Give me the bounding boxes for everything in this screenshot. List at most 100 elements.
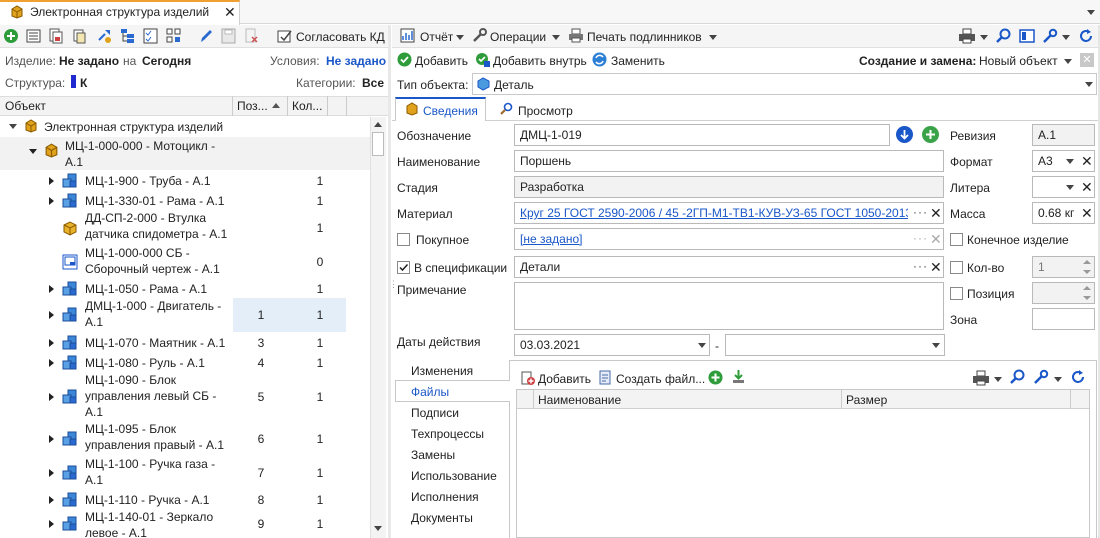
collapse-root-icon[interactable]: [9, 124, 17, 129]
material-browse-icon[interactable]: ···: [913, 205, 928, 219]
save-icon[interactable]: [221, 28, 236, 44]
files-settings-dropdown-icon[interactable]: [1054, 377, 1062, 382]
add-green-icon[interactable]: [708, 370, 723, 385]
note-field[interactable]: [514, 282, 944, 330]
in-spec-clear-icon[interactable]: ✕: [930, 260, 942, 274]
purchased-checkbox[interactable]: [397, 233, 410, 246]
letter-dropdown-icon[interactable]: [1066, 185, 1074, 190]
expand-icon[interactable]: [49, 284, 54, 293]
report-menu[interactable]: Отчёт: [420, 30, 453, 44]
qty-up-icon[interactable]: [1083, 260, 1091, 264]
tree-row[interactable]: МЦ-1-080 - Руль - А.1 4 1: [0, 353, 370, 372]
col-object[interactable]: Объект: [5, 99, 46, 113]
final-product-checkbox[interactable]: [950, 233, 963, 246]
revision-field[interactable]: А.1: [1032, 124, 1095, 146]
categories-value[interactable]: Все: [362, 76, 384, 90]
delete-icon[interactable]: [244, 28, 259, 44]
expand-icon[interactable]: [49, 469, 54, 477]
position-up-icon[interactable]: [1083, 286, 1091, 290]
files-col-size[interactable]: Размер: [846, 393, 887, 407]
qty-down-icon[interactable]: [1083, 270, 1091, 274]
tree-row[interactable]: МЦ-1-070 - Маятник - А.1 3 1: [0, 333, 370, 353]
date-value[interactable]: Сегодня: [142, 54, 191, 68]
download-icon[interactable]: [731, 369, 746, 385]
new-object-dropdown-icon[interactable]: [1064, 59, 1072, 64]
purchased-field[interactable]: [не задано]: [514, 228, 944, 250]
stage-field[interactable]: Разработка: [514, 176, 944, 198]
tree-root-label[interactable]: Электронная структура изделий: [44, 120, 223, 134]
grid-icon[interactable]: [166, 28, 181, 44]
in-spec-field[interactable]: Детали: [514, 256, 944, 278]
files-refresh-icon[interactable]: [1070, 369, 1086, 385]
date-to-dropdown-icon[interactable]: [932, 343, 940, 348]
side-tab-7[interactable]: Исполнения: [411, 490, 479, 504]
purchased-link[interactable]: [не задано]: [520, 232, 582, 246]
settings-wrench-icon[interactable]: [1042, 28, 1058, 44]
tree-row[interactable]: МЦ-1-900 - Труба - А.1 1: [0, 171, 370, 191]
position-down-icon[interactable]: [1083, 296, 1091, 300]
create-file-button[interactable]: Создать файл...: [616, 372, 705, 386]
add-icon[interactable]: [3, 28, 19, 44]
side-tab-5[interactable]: Замены: [411, 448, 455, 462]
tree-row[interactable]: МЦ-1-110 - Ручка - А.1 8 1: [0, 490, 370, 509]
side-tab-6[interactable]: Использование: [411, 469, 497, 483]
side-tab-3[interactable]: Подписи: [411, 406, 459, 420]
files-print-dropdown-icon[interactable]: [994, 377, 1002, 382]
printer-dropdown-icon[interactable]: [980, 35, 988, 40]
edit-icon[interactable]: [199, 28, 214, 44]
letter-clear-icon[interactable]: ✕: [1081, 180, 1093, 194]
expand-icon[interactable]: [49, 358, 54, 367]
scroll-down-icon[interactable]: [374, 526, 382, 531]
date-from-dropdown-icon[interactable]: [698, 343, 706, 348]
scroll-thumb[interactable]: [372, 132, 384, 156]
format-dropdown-icon[interactable]: [1066, 159, 1074, 164]
material-link[interactable]: Круг 25 ГОСТ 2590-2006 / 45 -2ГП-М1-ТВ1-…: [520, 206, 912, 220]
mass-clear-icon[interactable]: ✕: [1081, 206, 1093, 220]
expand-icon[interactable]: [49, 495, 54, 504]
close-tab-icon[interactable]: ✕: [224, 5, 236, 19]
expand-icon[interactable]: [49, 196, 54, 205]
tree-row[interactable]: ДМЦ-1-000 - Двигатель - А.1 1 1: [0, 298, 370, 332]
scroll-up-icon[interactable]: [374, 122, 382, 127]
material-clear-icon[interactable]: ✕: [930, 206, 942, 220]
add-designation-icon[interactable]: [921, 125, 940, 144]
date-from-field[interactable]: 03.03.2021: [514, 334, 710, 356]
select-designation-icon[interactable]: [895, 125, 914, 144]
zone-field[interactable]: [1032, 308, 1095, 330]
tree-row[interactable]: МЦ-1-000-000 СБ - Сборочный чертеж - А.1…: [0, 245, 370, 279]
purchased-browse-icon[interactable]: ···: [913, 231, 928, 245]
printer-icon[interactable]: [958, 28, 976, 44]
side-tab-4[interactable]: Техпроцессы: [411, 427, 484, 441]
move-icon[interactable]: [96, 28, 112, 44]
tab-preview[interactable]: Просмотр: [518, 104, 573, 118]
material-field[interactable]: Круг 25 ГОСТ 2590-2006 / 45 -2ГП-М1-ТВ1-…: [514, 202, 944, 224]
col-position[interactable]: Поз...: [237, 99, 268, 113]
add-button[interactable]: Добавить: [415, 54, 468, 68]
operations-dropdown-icon[interactable]: [552, 35, 560, 40]
panel-icon[interactable]: [1019, 29, 1035, 43]
approve-button[interactable]: Согласовать КД: [296, 30, 385, 44]
tab-list-dropdown-icon[interactable]: [1087, 10, 1095, 15]
files-col-name[interactable]: Наименование: [538, 393, 621, 407]
structure-value[interactable]: К: [80, 76, 87, 90]
add-inside-button[interactable]: Добавить внутрь: [493, 54, 587, 68]
replace-button[interactable]: Заменить: [611, 54, 665, 68]
print-originals-menu[interactable]: Печать подлинников: [587, 30, 702, 44]
side-tab-2[interactable]: Файлы: [411, 385, 449, 399]
side-tab-8[interactable]: Документы: [411, 511, 473, 525]
properties-icon[interactable]: [26, 29, 41, 43]
checklist-icon[interactable]: [143, 28, 158, 44]
position-checkbox[interactable]: [950, 287, 963, 300]
tree-row[interactable]: МЦ-1-090 - Блок управления левый СБ - А.…: [0, 372, 370, 421]
expand-icon[interactable]: [49, 519, 54, 528]
expand-icon[interactable]: [49, 339, 54, 347]
tree-row[interactable]: МЦ-1-050 - Рама - А.1 1: [0, 279, 370, 298]
settings-dropdown-icon[interactable]: [1062, 35, 1070, 40]
new-object-select[interactable]: Новый объект: [979, 54, 1058, 68]
print-originals-dropdown-icon[interactable]: [709, 35, 717, 40]
product-value[interactable]: Не задано: [59, 54, 119, 68]
col-quantity[interactable]: Кол...: [292, 99, 322, 113]
qty-checkbox[interactable]: [950, 261, 963, 274]
search-icon[interactable]: [996, 28, 1012, 44]
format-clear-icon[interactable]: ✕: [1081, 154, 1093, 168]
